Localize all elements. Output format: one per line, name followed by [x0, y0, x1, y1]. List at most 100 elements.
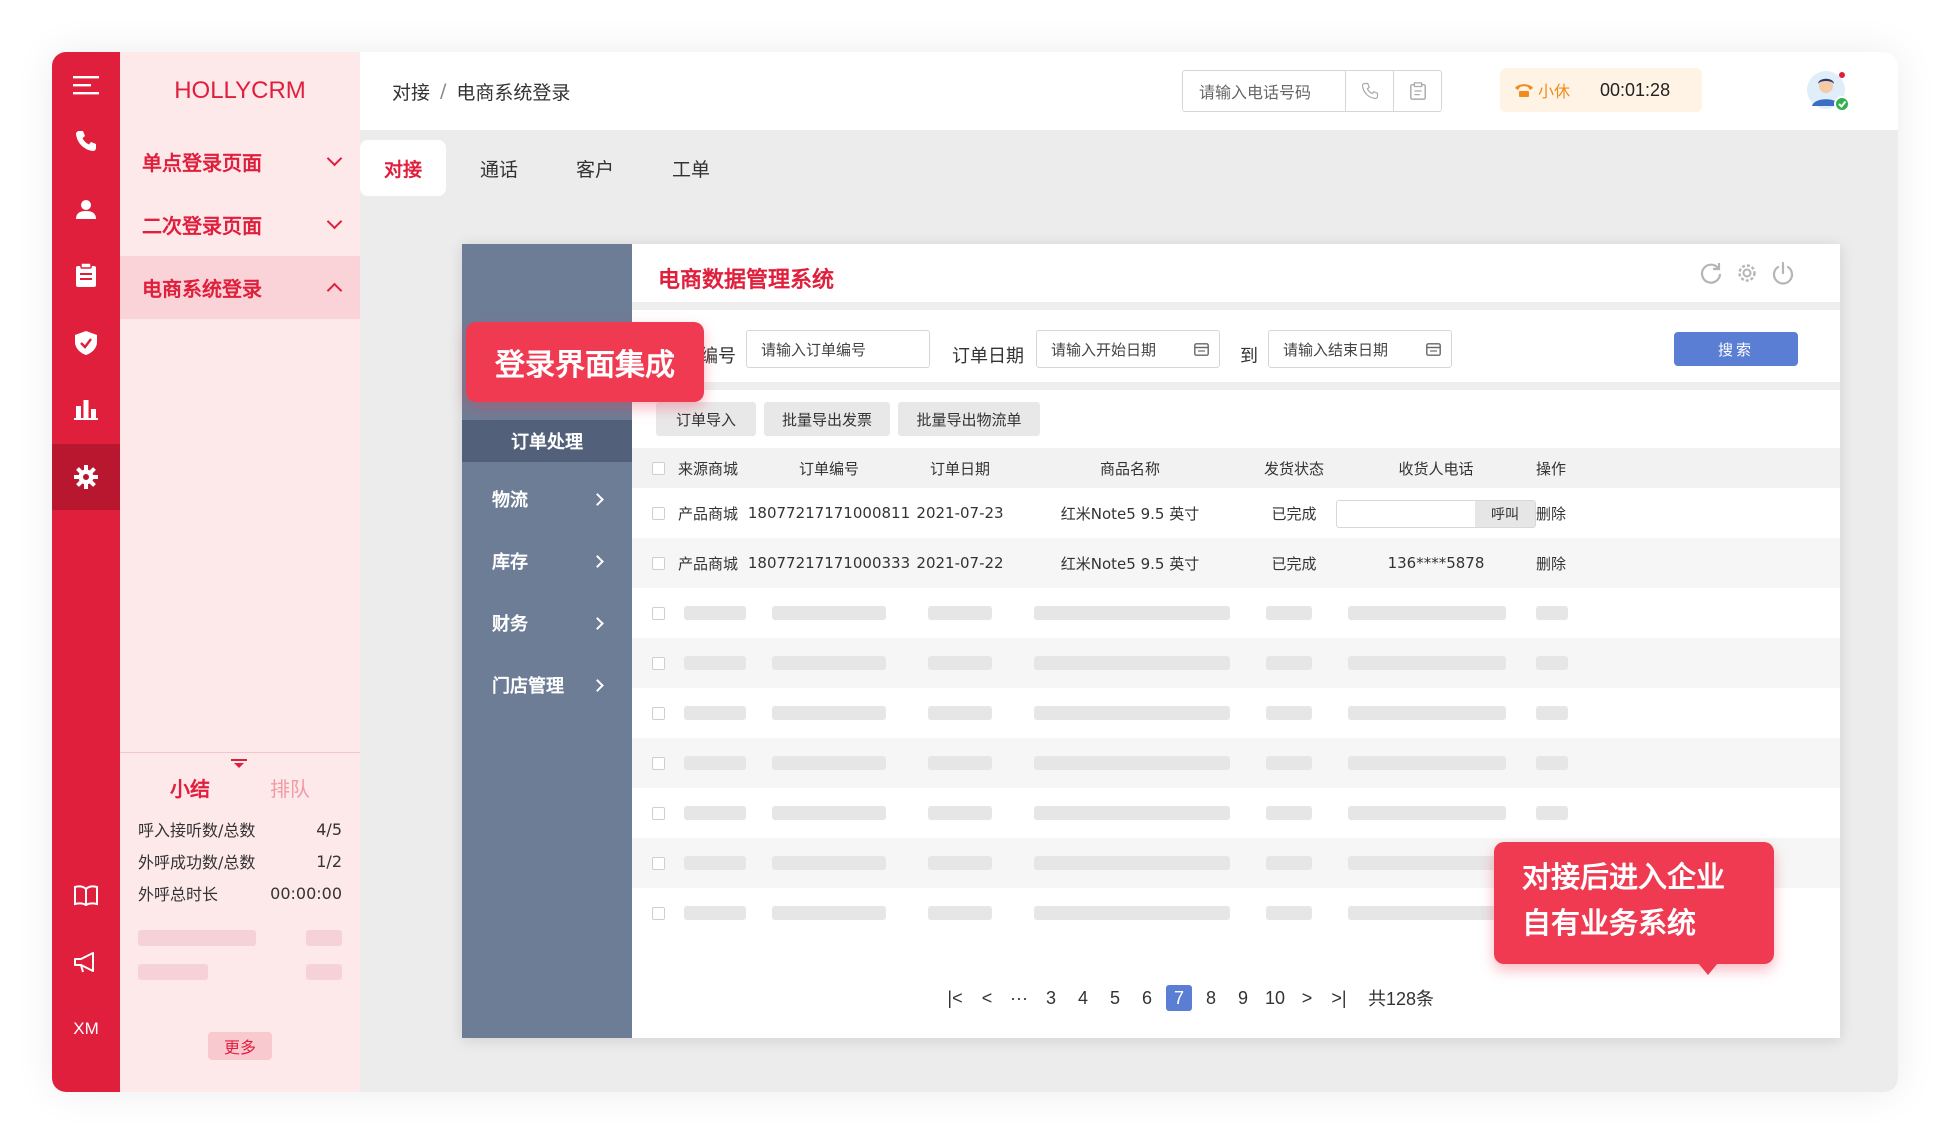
agent-status[interactable]: 小休 00:01:28	[1500, 68, 1702, 112]
user-icon[interactable]	[52, 176, 120, 242]
table-row[interactable]: 产品商城 18077217171000333 2021-07-22 红米Note…	[632, 538, 1840, 588]
page-button[interactable]: 6	[1134, 985, 1160, 1011]
column-header[interactable]: 订单编号	[772, 448, 886, 488]
megaphone-icon[interactable]	[52, 929, 120, 995]
user-initials[interactable]: XM	[52, 996, 120, 1062]
delete-link[interactable]: 删除	[1528, 538, 1574, 588]
phone-icon[interactable]	[52, 108, 120, 174]
sidebar-item-sso-login[interactable]: 单点登录页面	[120, 130, 360, 193]
breadcrumb-item[interactable]: 对接	[392, 78, 430, 105]
row-checkbox[interactable]	[652, 607, 665, 620]
last-page-button[interactable]: >|	[1326, 985, 1352, 1011]
calendar-icon[interactable]	[1426, 342, 1441, 356]
row-checkbox[interactable]	[652, 557, 665, 570]
power-icon[interactable]	[1770, 260, 1796, 286]
import-orders-button[interactable]: 订单导入	[656, 402, 756, 436]
page-button-current[interactable]: 7	[1166, 985, 1192, 1011]
placeholder-bar	[772, 656, 886, 670]
tab-customers[interactable]: 客户	[552, 140, 638, 196]
tab-tickets[interactable]: 工单	[648, 140, 734, 196]
placeholder-bar	[1266, 806, 1312, 820]
row-checkbox[interactable]	[652, 907, 665, 920]
cell-date: 2021-07-22	[916, 554, 1004, 572]
page-button[interactable]: 4	[1070, 985, 1096, 1011]
export-invoices-button[interactable]: 批量导出发票	[764, 402, 890, 436]
chevron-down-icon	[326, 213, 343, 230]
calendar-icon[interactable]	[1194, 342, 1209, 356]
tab-connect[interactable]: 对接	[360, 140, 447, 196]
breadcrumb-separator: /	[440, 80, 447, 102]
tab-queue[interactable]: 排队	[270, 773, 310, 802]
page-button[interactable]: 8	[1198, 985, 1224, 1011]
sidebar-item-ecommerce-login[interactable]: 电商系统登录	[120, 256, 360, 319]
search-button[interactable]: 搜索	[1674, 332, 1798, 366]
cell-status: 已完成	[1271, 554, 1317, 573]
brand-logo: HOLLYCRM	[174, 77, 306, 104]
placeholder-bar	[772, 606, 886, 620]
power-icon[interactable]	[1896, 76, 1898, 108]
refresh-icon[interactable]	[1698, 260, 1724, 286]
inner-nav-finance[interactable]: 财务	[462, 592, 632, 654]
select-all-checkbox[interactable]	[652, 462, 665, 475]
sidebar-item-label: 二次登录页面	[142, 214, 262, 238]
page-button[interactable]: 3	[1038, 985, 1064, 1011]
placeholder-bar	[772, 856, 886, 870]
table-row-placeholder	[632, 588, 1840, 638]
row-checkbox[interactable]	[652, 507, 665, 520]
phone-call-field[interactable]: 呼叫	[1336, 500, 1536, 528]
stats-panel: 小结 排队 呼入接听数/总数 4/5 外呼成功数/总数 1/2 外呼总时长 00…	[120, 752, 360, 909]
column-header[interactable]: 收货人电话	[1346, 448, 1526, 488]
end-date-input[interactable]: 请输入结束日期	[1268, 330, 1452, 368]
callout-enterprise-system: 对接后进入企业 自有业务系统	[1494, 842, 1774, 975]
dial-button[interactable]	[1345, 71, 1393, 111]
tab-summary[interactable]: 小结	[170, 773, 210, 802]
row-checkbox[interactable]	[652, 707, 665, 720]
placeholder-bar	[684, 706, 746, 720]
prev-page-button[interactable]: <	[974, 985, 1000, 1011]
sidebar-item-second-login[interactable]: 二次登录页面	[120, 193, 360, 256]
inner-nav-inventory[interactable]: 库存	[462, 530, 632, 592]
start-date-input[interactable]: 请输入开始日期	[1036, 330, 1220, 368]
avatar[interactable]	[1806, 70, 1850, 114]
column-header[interactable]: 发货状态	[1258, 448, 1330, 488]
clipboard-icon[interactable]	[52, 242, 120, 308]
book-icon[interactable]	[52, 862, 120, 928]
more-button[interactable]: 更多	[208, 1032, 272, 1060]
page-button[interactable]: 5	[1102, 985, 1128, 1011]
row-checkbox[interactable]	[652, 757, 665, 770]
pager-ellipsis[interactable]: ···	[1006, 985, 1032, 1011]
phone-input[interactable]: 请输入电话号码	[1183, 79, 1345, 103]
placeholder-bar	[1266, 856, 1312, 870]
table-row[interactable]: 产品商城 18077217171000811 2021-07-23 红米Note…	[632, 488, 1840, 538]
placeholder-bar	[1266, 906, 1312, 920]
first-page-button[interactable]: |<	[942, 985, 968, 1011]
column-header[interactable]: 商品名称	[1032, 448, 1228, 488]
next-page-button[interactable]: >	[1294, 985, 1320, 1011]
placeholder-bar	[928, 756, 992, 770]
placeholder-bar	[1348, 906, 1506, 920]
bar-chart-icon[interactable]	[52, 376, 120, 442]
placeholder-bar	[138, 930, 256, 946]
shield-icon[interactable]	[52, 310, 120, 376]
column-header[interactable]: 操作	[1528, 448, 1574, 488]
order-no-input[interactable]: 请输入订单编号	[746, 330, 930, 368]
delete-link[interactable]: 删除	[1528, 488, 1574, 538]
row-checkbox[interactable]	[652, 657, 665, 670]
row-checkbox[interactable]	[652, 857, 665, 870]
inner-nav-stores[interactable]: 门店管理	[462, 654, 632, 716]
clipboard-button[interactable]	[1393, 71, 1441, 111]
gear-icon[interactable]	[52, 444, 120, 510]
breadcrumb-current: 电商系统登录	[456, 81, 571, 104]
collapse-toggle-icon[interactable]	[231, 759, 247, 769]
inner-nav-order-processing[interactable]: 订单处理	[462, 420, 632, 462]
inner-nav-logistics[interactable]: 物流	[462, 468, 632, 530]
page-button[interactable]: 10	[1262, 985, 1288, 1011]
column-header[interactable]: 来源商城	[676, 448, 740, 488]
page-button[interactable]: 9	[1230, 985, 1256, 1011]
settings-icon[interactable]	[1734, 260, 1760, 286]
call-button[interactable]: 呼叫	[1475, 501, 1535, 527]
export-shipping-button[interactable]: 批量导出物流单	[898, 402, 1040, 436]
row-checkbox[interactable]	[652, 807, 665, 820]
tab-calls[interactable]: 通话	[456, 140, 542, 196]
column-header[interactable]: 订单日期	[926, 448, 994, 488]
